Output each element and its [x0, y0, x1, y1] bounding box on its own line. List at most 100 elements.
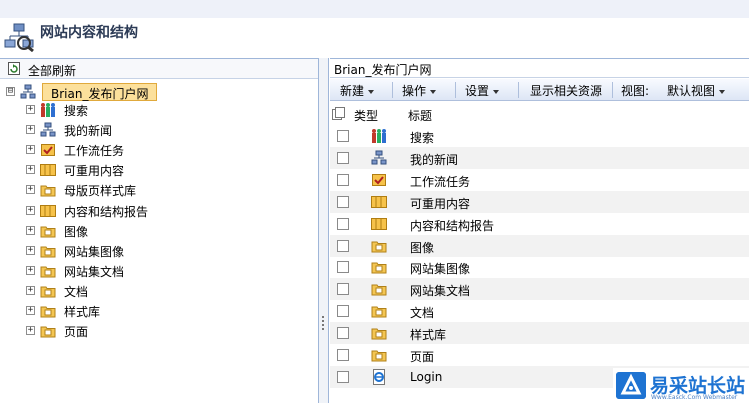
row-checkbox[interactable] [337, 305, 349, 318]
row-checkbox[interactable] [337, 327, 349, 340]
row-title-link[interactable]: 我的新闻 [410, 151, 458, 168]
expand-icon[interactable]: + [26, 326, 35, 336]
expand-icon[interactable]: + [26, 145, 35, 155]
pane-splitter[interactable] [319, 58, 329, 403]
tree-item[interactable]: + 样式库 [26, 302, 316, 320]
row-checkbox[interactable] [337, 173, 349, 186]
tree-item-label[interactable]: 搜索 [64, 102, 88, 119]
tree-item-label[interactable]: 文档 [64, 283, 88, 300]
tree-item-label[interactable]: 网站集文档 [64, 263, 124, 280]
folder-icon [371, 303, 387, 319]
tree-root[interactable]: ⊟ Brian_发布门户网 [6, 83, 306, 101]
tree-item[interactable]: + 母版页样式库 [26, 181, 316, 199]
row-title-link[interactable]: 工作流任务 [410, 173, 470, 190]
row-checkbox[interactable] [337, 283, 349, 296]
list-row[interactable]: 工作流任务 [330, 169, 749, 191]
row-title-link[interactable]: 搜索 [410, 129, 434, 146]
column-header-title[interactable]: 标题 [408, 107, 432, 124]
row-checkbox[interactable] [337, 130, 349, 142]
row-title-link[interactable]: 文档 [410, 304, 434, 321]
expand-icon[interactable]: + [26, 265, 35, 275]
site-icon [40, 122, 56, 138]
tree-item-label[interactable]: 样式库 [64, 303, 100, 320]
dropdown-arrow-icon [430, 89, 437, 94]
tree-item-label[interactable]: 可重用内容 [64, 162, 124, 179]
tree-item[interactable]: + 内容和结构报告 [26, 202, 316, 220]
row-title-link[interactable]: 可重用内容 [410, 195, 470, 212]
row-title-link[interactable]: 页面 [410, 348, 434, 365]
list-row[interactable]: 样式库 [330, 322, 749, 345]
tree-item[interactable]: + 我的新闻 [26, 121, 316, 139]
row-title-link[interactable]: 网站集图像 [410, 260, 470, 277]
row-title-link[interactable]: 样式库 [410, 326, 446, 343]
list-row[interactable]: 我的新闻 [330, 146, 749, 169]
list-row[interactable]: 网站集图像 [330, 256, 749, 278]
row-title-link[interactable]: 内容和结构报告 [410, 217, 494, 234]
tree-item-label[interactable]: 页面 [64, 323, 88, 340]
tree-item[interactable]: + 图像 [26, 222, 316, 240]
expand-icon[interactable]: + [26, 165, 35, 175]
tree-item[interactable]: + 可重用内容 [26, 161, 316, 179]
select-all-icon[interactable] [332, 107, 345, 120]
show-related-resources-button[interactable]: 显示相关资源 [530, 82, 602, 98]
tree-item-label[interactable]: 图像 [64, 223, 88, 240]
list-row[interactable]: 搜索 [330, 125, 749, 147]
expand-icon[interactable]: + [26, 285, 35, 295]
tree-item[interactable]: + 工作流任务 [26, 141, 316, 159]
list-row[interactable]: 图像 [330, 234, 749, 257]
new-menu-button[interactable]: 新建 [340, 82, 375, 98]
task-icon [371, 172, 387, 188]
actions-menu-button[interactable]: 操作 [402, 82, 437, 98]
tree-item[interactable]: + 网站集文档 [26, 262, 316, 280]
view-select[interactable]: 默认视图 [667, 82, 726, 98]
expand-icon[interactable]: + [26, 306, 35, 315]
row-checkbox[interactable] [337, 349, 349, 361]
folder-icon [40, 243, 56, 259]
task-icon [40, 142, 56, 158]
row-title-link[interactable]: Login [410, 370, 442, 384]
tree-item[interactable]: + 网站集图像 [26, 242, 316, 260]
refresh-icon[interactable] [8, 62, 20, 75]
expand-icon[interactable]: + [26, 105, 35, 114]
row-checkbox[interactable] [337, 217, 349, 230]
new-menu-label: 新建 [340, 84, 365, 98]
tree-root-label[interactable]: Brian_发布门户网 [42, 83, 158, 101]
toolbar-separator [455, 82, 456, 98]
expand-icon[interactable]: + [26, 225, 35, 235]
expand-icon[interactable]: + [26, 205, 35, 215]
list-row[interactable]: 网站集文档 [330, 278, 749, 301]
expand-icon[interactable]: + [26, 125, 35, 135]
row-checkbox[interactable] [337, 151, 349, 164]
expand-icon[interactable]: + [26, 185, 35, 195]
settings-menu-button[interactable]: 设置 [465, 82, 500, 98]
tree-item-label[interactable]: 工作流任务 [64, 142, 124, 159]
watermark-subtext: Www.Easck.Com Webmaster [651, 394, 738, 401]
row-checkbox[interactable] [337, 195, 349, 208]
splitter-grip-icon[interactable] [322, 316, 324, 332]
view-caption: 视图: [621, 84, 650, 98]
collapse-icon[interactable]: ⊟ [6, 87, 15, 96]
list-row[interactable]: 文档 [330, 300, 749, 322]
content-pane: Brian_发布门户网 新建 操作 设置 显示相关资源 视图: 默认视图 类型 … [330, 58, 749, 403]
list-row[interactable]: 页面 [330, 344, 749, 366]
list-row[interactable]: 内容和结构报告 [330, 213, 749, 235]
tree-item[interactable]: + 页面 [26, 322, 316, 340]
list-row[interactable]: 可重用内容 [330, 190, 749, 213]
row-title-link[interactable]: 图像 [410, 239, 434, 256]
site-icon [20, 84, 36, 99]
column-header-type[interactable]: 类型 [354, 107, 378, 124]
dropdown-arrow-icon [493, 89, 500, 94]
tree-item-label[interactable]: 内容和结构报告 [64, 203, 148, 220]
row-title-link[interactable]: 网站集文档 [410, 282, 470, 299]
tree-item[interactable]: + 文档 [26, 282, 316, 300]
row-checkbox[interactable] [337, 261, 349, 274]
refresh-all-button[interactable]: 全部刷新 [28, 62, 76, 79]
row-checkbox[interactable] [337, 239, 349, 252]
row-checkbox[interactable] [337, 370, 349, 383]
tree-item-label[interactable]: 母版页样式库 [64, 182, 136, 199]
tree-item[interactable]: + 搜索 [26, 101, 316, 119]
people-icon [371, 128, 387, 144]
tree-item-label[interactable]: 我的新闻 [64, 122, 112, 139]
tree-item-label[interactable]: 网站集图像 [64, 243, 124, 260]
expand-icon[interactable]: + [26, 245, 35, 255]
